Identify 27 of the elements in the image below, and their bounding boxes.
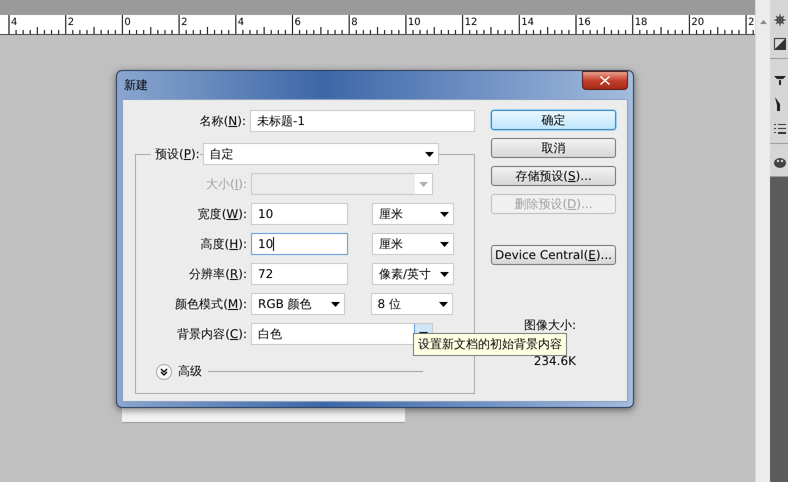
ruler-number: 2	[181, 17, 188, 28]
ruler-number: 12	[464, 17, 478, 28]
ruler-number: 8	[351, 17, 358, 28]
field-label: 分辨率(R):	[188, 266, 247, 282]
image-size-value: 234.6K	[534, 354, 576, 368]
field-label: 高度(H):	[200, 236, 247, 252]
tooltip: 设置新文档的初始背景内容	[413, 333, 567, 356]
ruler-number: 4	[11, 17, 18, 28]
ruler-number: 18	[634, 17, 648, 28]
ruler-number: 10	[408, 17, 421, 28]
field-label: 名称(N):	[198, 112, 246, 130]
section-label: 高级	[178, 363, 202, 380]
ruler-number: 2	[748, 17, 754, 28]
ruler-number: 4	[238, 17, 244, 28]
ruler-number: 2	[68, 17, 74, 28]
field-label: 颜色模式(M):	[174, 296, 247, 312]
window-title: 新建	[123, 76, 148, 94]
ruler-number: 20	[691, 17, 704, 28]
image-size-label: 图像大小:	[524, 317, 576, 334]
field-label: 大小(I):	[205, 176, 247, 192]
ruler-number: 6	[294, 17, 301, 28]
field-label: 背景内容(C):	[176, 326, 247, 342]
ruler-number: 16	[578, 17, 591, 28]
field-label: 预设(P):	[151, 146, 200, 162]
ruler-number: 14	[521, 17, 534, 28]
ruler-number: 0	[124, 17, 131, 28]
field-label: 宽度(W):	[196, 206, 247, 222]
